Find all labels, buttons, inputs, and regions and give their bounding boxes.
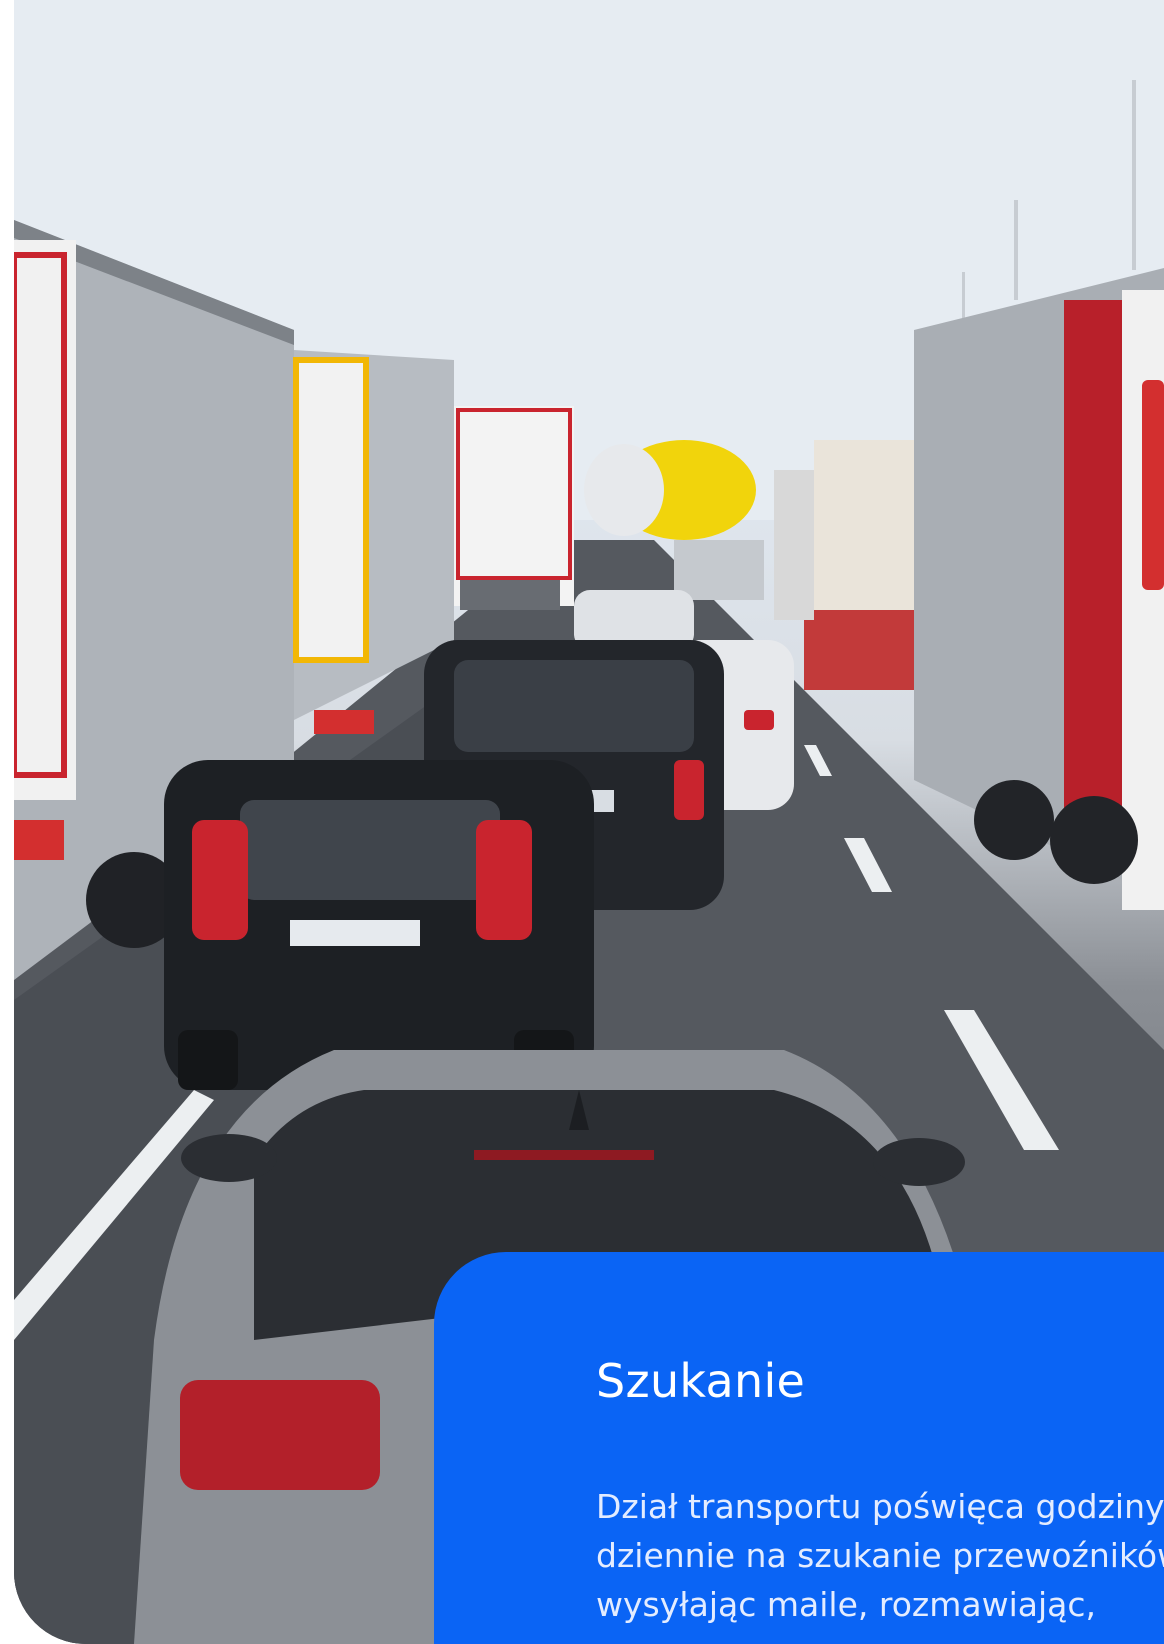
card-body-text: Dział transportu poświęca godziny dzienn… xyxy=(596,1487,1164,1624)
page: Szukanie Dział transportu poświęca godzi… xyxy=(0,0,1164,1644)
info-card: Szukanie Dział transportu poświęca godzi… xyxy=(434,1252,1164,1644)
card-title: Szukanie xyxy=(596,1354,806,1408)
